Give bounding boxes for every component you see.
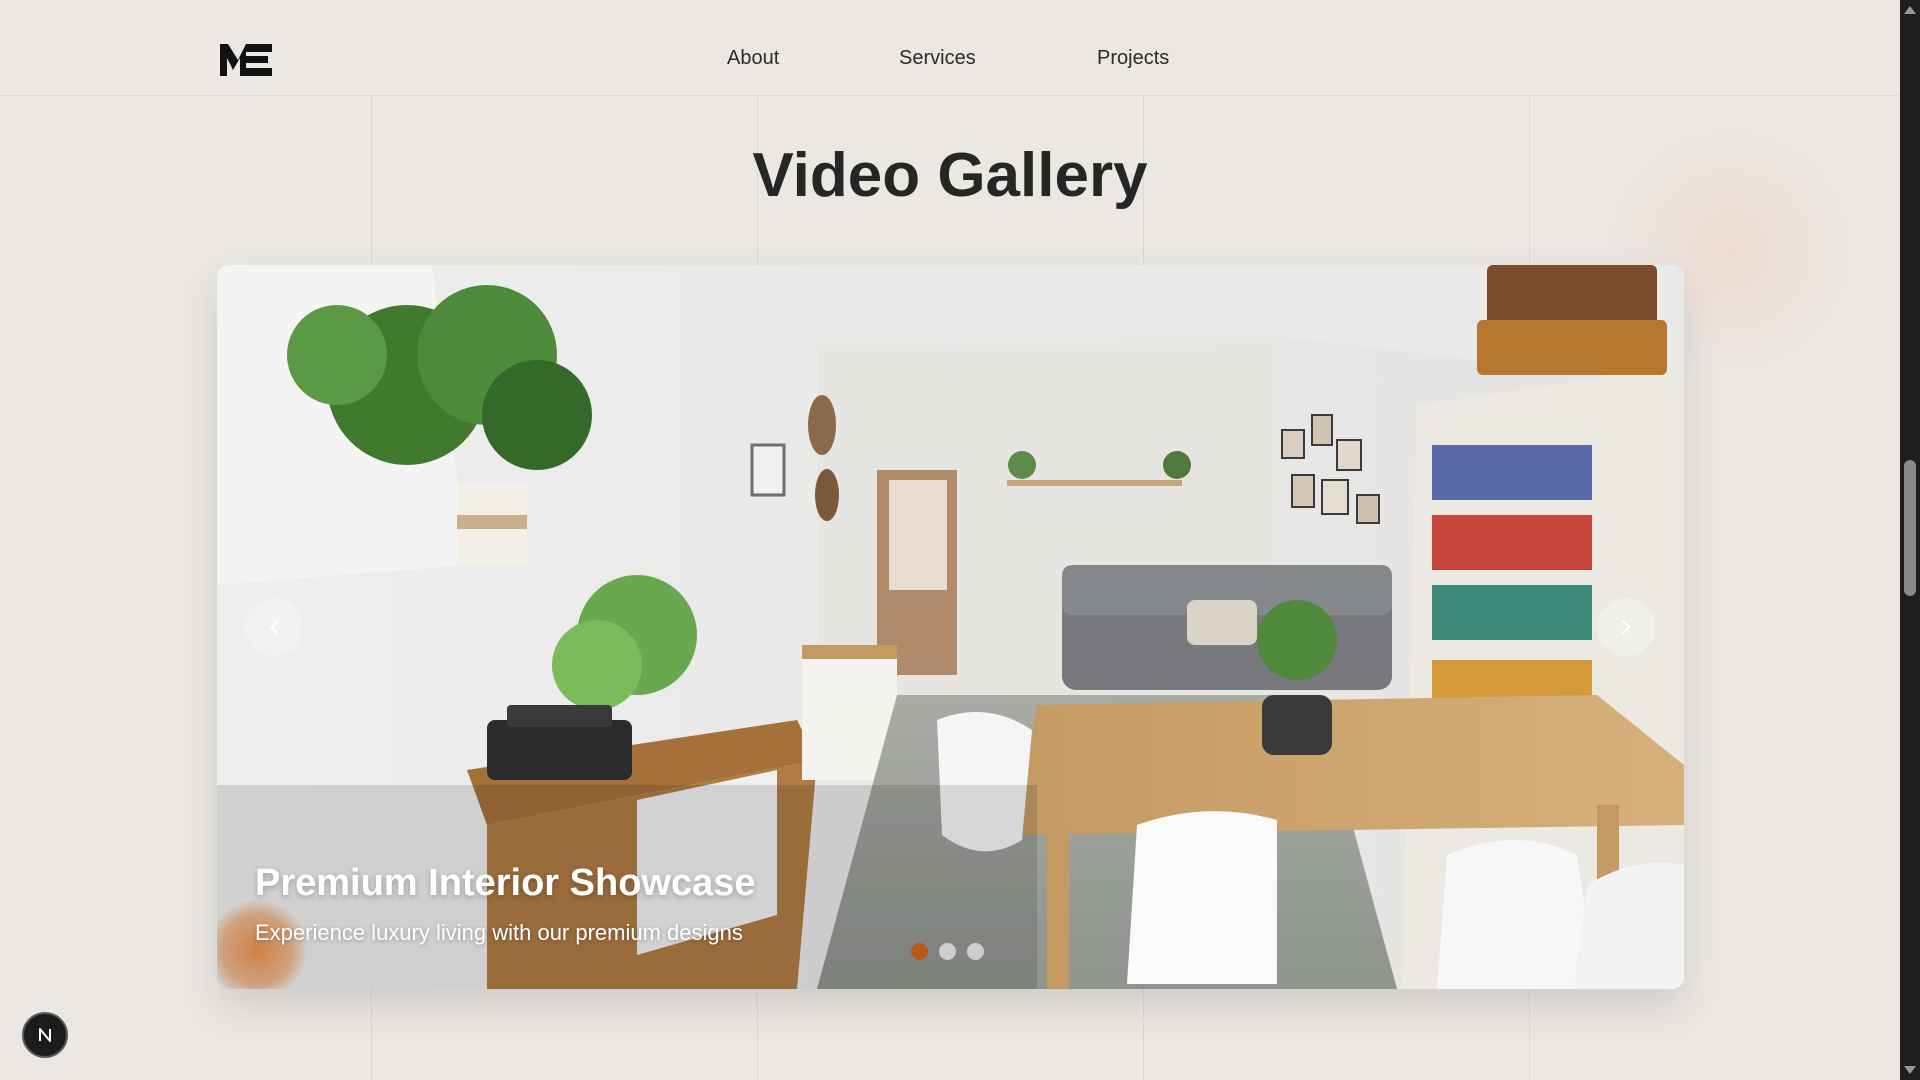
slide-title: Premium Interior Showcase [255, 862, 756, 904]
video-carousel[interactable]: Premium Interior Showcase Experience lux… [217, 265, 1684, 989]
carousel-indicators [911, 943, 984, 960]
nav-services[interactable]: Services [899, 47, 976, 70]
scroll-down-icon[interactable] [1904, 1066, 1916, 1074]
chevron-left-icon [269, 619, 279, 635]
chevron-right-icon [1621, 619, 1631, 635]
carousel-next-button[interactable] [1597, 598, 1655, 656]
carousel-dot-1[interactable] [911, 943, 928, 960]
carousel-dot-3[interactable] [967, 943, 984, 960]
carousel-dot-2[interactable] [939, 943, 956, 960]
scrollbar[interactable] [1900, 0, 1920, 1080]
scrollbar-thumb[interactable] [1904, 460, 1916, 596]
dev-tools-button[interactable] [22, 1012, 68, 1058]
nav-about[interactable]: About [727, 47, 779, 70]
carousel-prev-button[interactable] [245, 598, 303, 656]
logo-icon[interactable] [220, 42, 272, 76]
slide-subtitle: Experience luxury living with our premiu… [255, 920, 743, 945]
page-title: Video Gallery [752, 141, 1148, 210]
n-logo-icon [39, 1028, 51, 1042]
site-header: About Services Projects [0, 0, 1900, 96]
nav-projects[interactable]: Projects [1097, 47, 1169, 70]
scroll-up-icon[interactable] [1904, 6, 1916, 14]
